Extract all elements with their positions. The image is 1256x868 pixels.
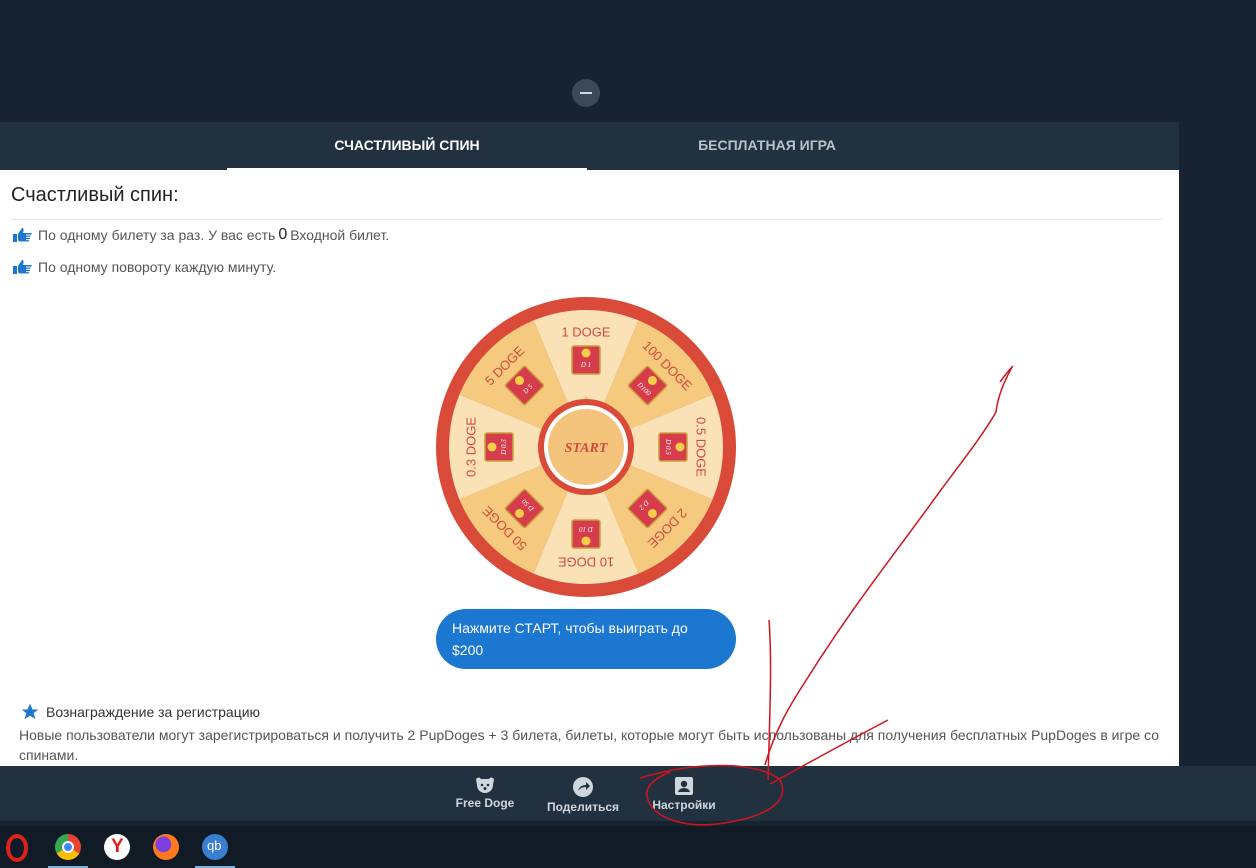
reward-heading: Вознаграждение за регистрацию [20, 702, 260, 722]
nav-label: Поделиться [546, 800, 620, 814]
nav-share[interactable]: Поделиться [545, 776, 621, 814]
rule-text-prefix: По одному билету за раз. У вас есть [38, 227, 276, 243]
reward-heading-text: Вознаграждение за регистрацию [46, 704, 261, 720]
bottom-nav: Free Doge Поделиться Настройки [0, 766, 1256, 821]
star-icon [21, 703, 39, 720]
account-box-icon [675, 777, 693, 795]
rule-text: По одному повороту каждую минуту. [38, 259, 277, 275]
tab-bar: СЧАСТЛИВЫЙ СПИН БЕСПЛАТНАЯ ИГРА [0, 122, 1179, 170]
coupon-label: D 10 [579, 525, 594, 533]
page-title: Счастливый спин: [11, 184, 179, 206]
taskbar: Y qb [0, 826, 1256, 868]
divider [11, 219, 1163, 220]
prize-wheel[interactable]: 1 DOGED 1 100 DOGED1000.5 DOGED 0.52 DOGE… [436, 297, 736, 597]
tab-lucky-spin[interactable]: СЧАСТЛИВЫЙ СПИН [227, 122, 587, 170]
nav-label: Настройки [652, 798, 716, 812]
chrome-icon[interactable] [55, 834, 81, 860]
thumb-point-icon [13, 228, 32, 242]
nav-settings[interactable]: Настройки [649, 776, 719, 812]
prize-coupon-icon: D 0.5 [658, 432, 688, 462]
rule-text-suffix: Входной билет. [290, 227, 390, 243]
firefox-icon[interactable] [153, 834, 179, 860]
prize-coupon-icon: D 10 [571, 519, 601, 549]
prize-coupon-icon: D 0.3 [484, 432, 514, 462]
rule-item-tickets: По одному билету за раз. У вас есть 0 Вх… [12, 226, 389, 244]
segment-label: 0.5 DOGE [694, 417, 709, 477]
segment-label: 0.3 DOGE [463, 417, 478, 477]
segment-label: 10 DOGE [557, 555, 614, 570]
opera-icon[interactable] [6, 834, 28, 862]
nav-label: Free Doge [455, 796, 515, 810]
start-label: START [565, 441, 609, 456]
nav-free-doge[interactable]: Free Doge [452, 776, 518, 810]
qbittorrent-label: qb [207, 838, 222, 853]
coupon-label: D 0.3 [500, 439, 508, 456]
coupon-label: D 0.5 [664, 438, 672, 455]
ticket-count: 0 [278, 226, 288, 243]
tab-free-game[interactable]: БЕСПЛАТНАЯ ИГРА [587, 122, 947, 170]
start-hint-button[interactable]: Нажмите СТАРТ, чтобы выиграть до $200 [436, 609, 736, 669]
share-icon [573, 777, 593, 797]
qbittorrent-icon[interactable]: qb [202, 834, 228, 860]
prize-coupon-icon: D 1 [571, 345, 601, 375]
collapse-button[interactable] [572, 79, 600, 107]
reward-description: Новые пользователи могут зарегистрироват… [19, 727, 1159, 763]
thumb-point-icon [13, 260, 32, 274]
segment-label: 1 DOGE [561, 324, 610, 339]
rule-item-interval: По одному повороту каждую минуту. [12, 259, 276, 275]
dog-icon [476, 777, 494, 793]
yandex-icon[interactable]: Y [104, 834, 130, 860]
main-content: Счастливый спин: По одному билету за раз… [0, 170, 1179, 766]
coupon-label: D 1 [580, 361, 591, 369]
